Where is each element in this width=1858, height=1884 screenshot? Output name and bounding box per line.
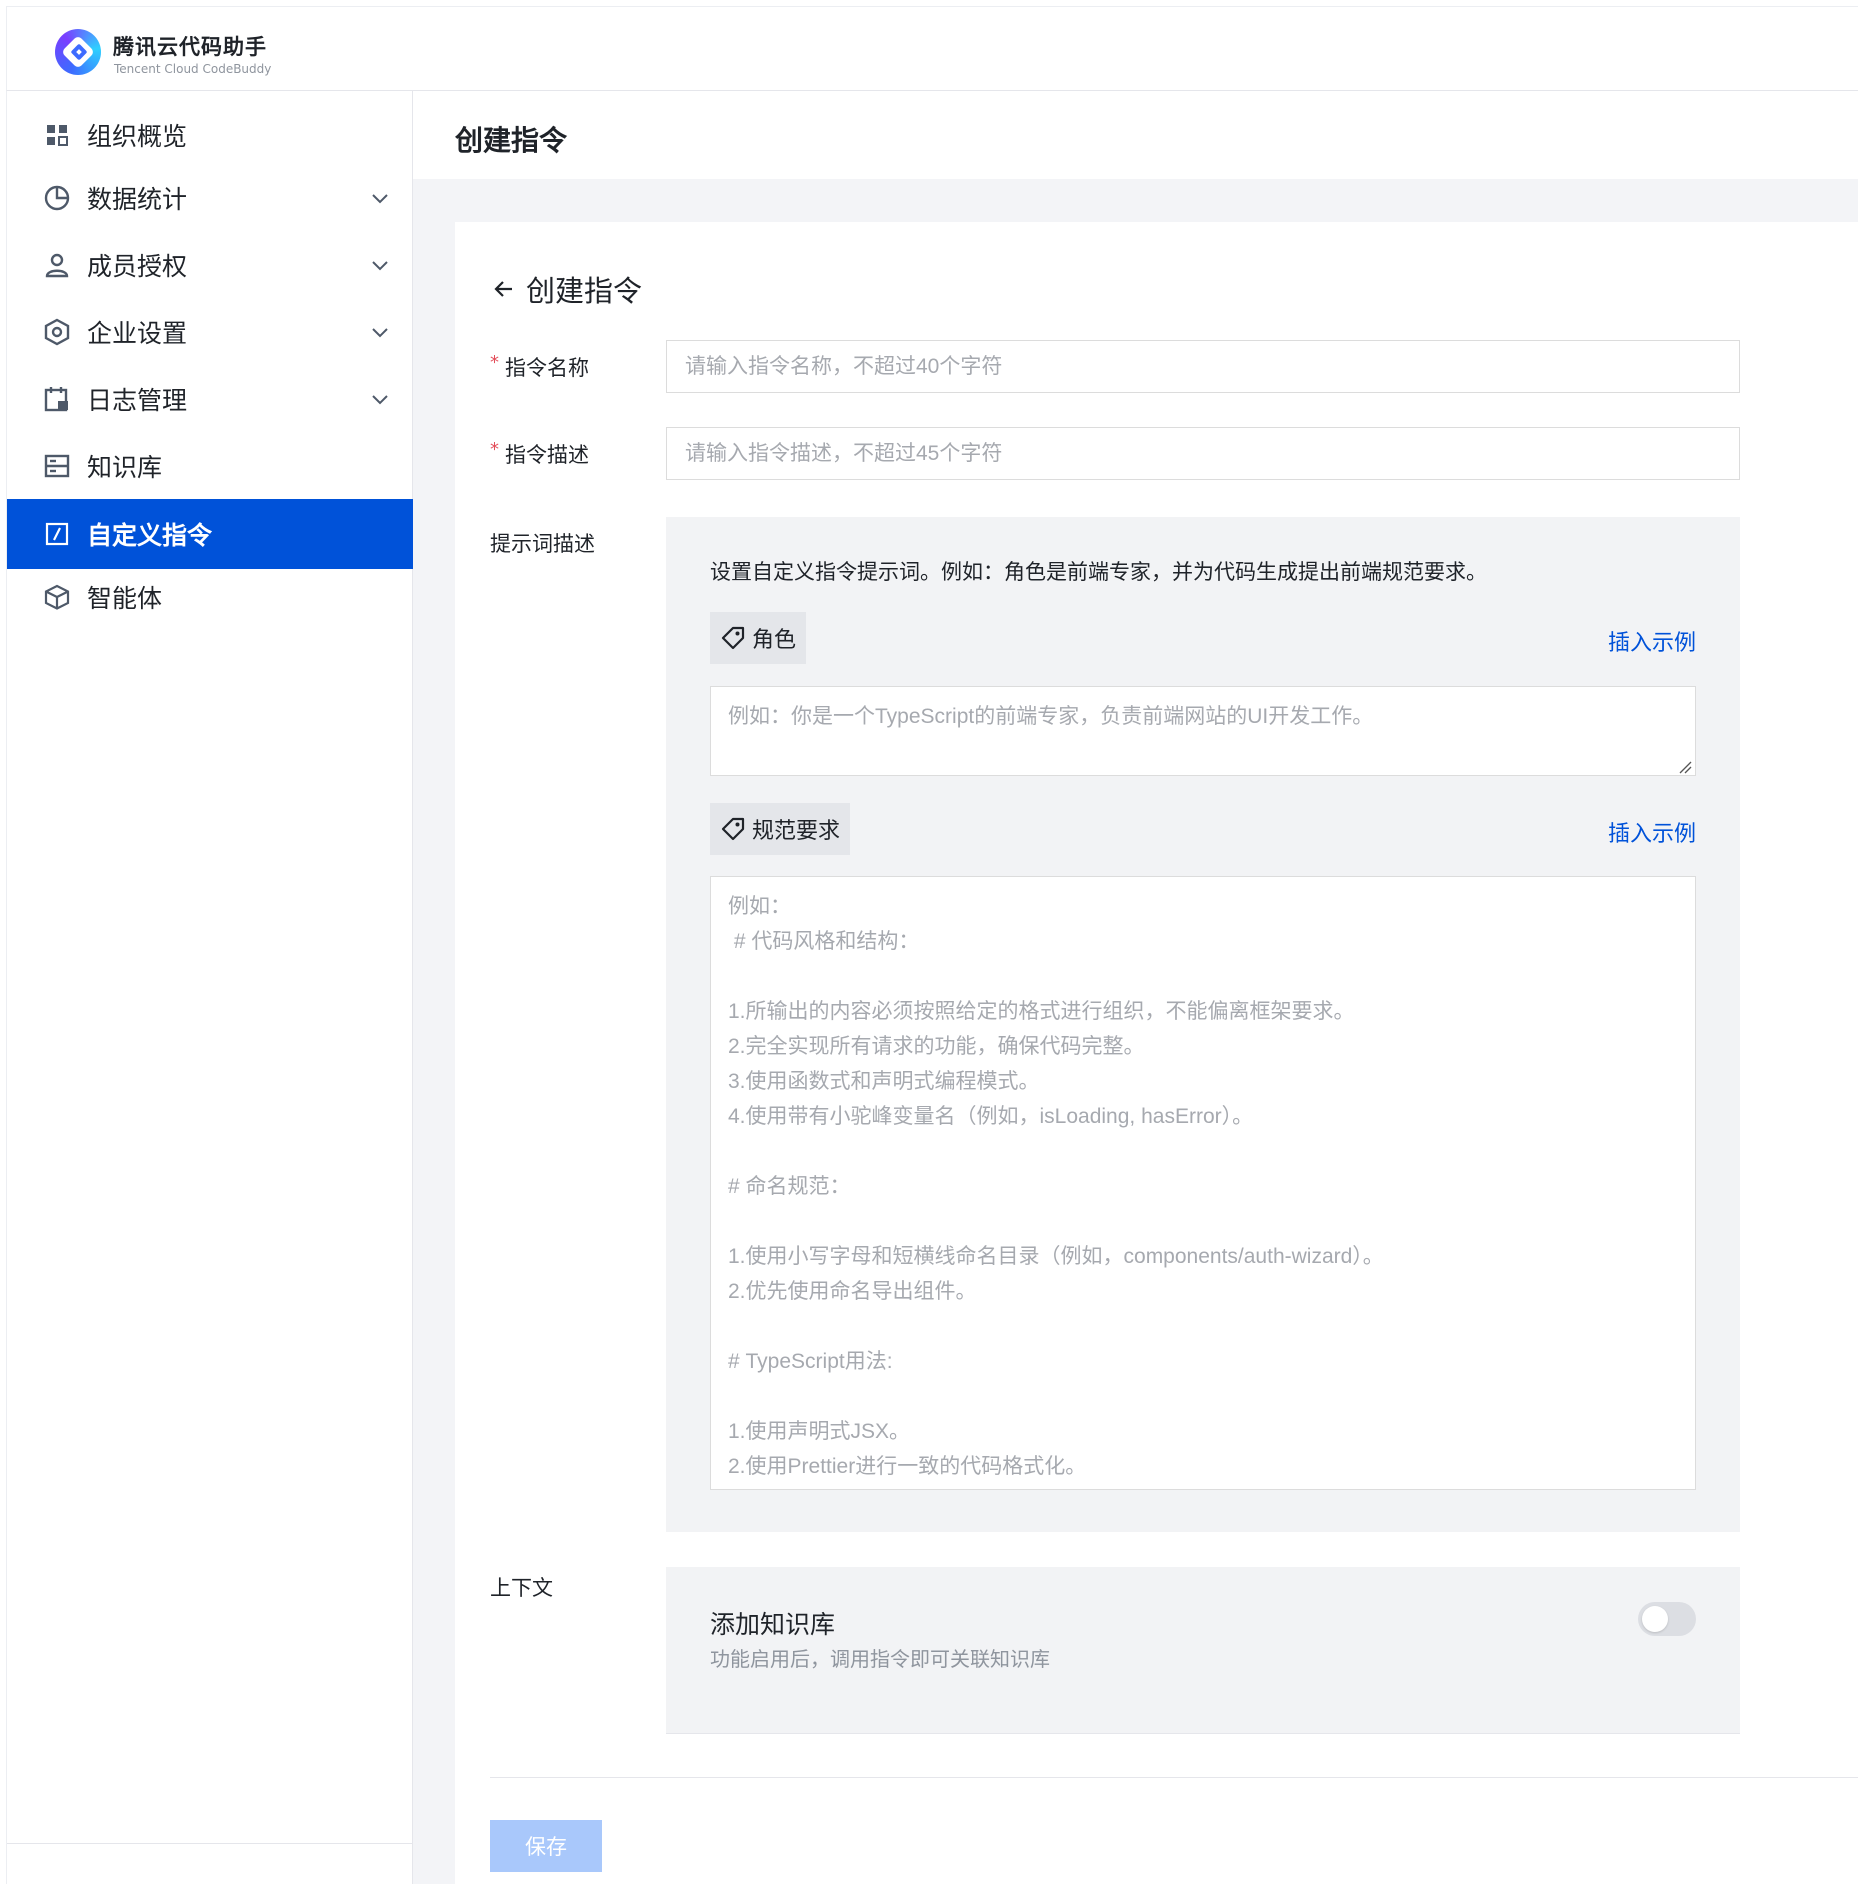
page-header: 创建指令	[413, 91, 1858, 179]
name-label: * 指令名称	[490, 352, 589, 382]
tag-icon	[721, 626, 745, 650]
rules-tag-label: 规范要求	[752, 819, 841, 844]
add-kb-title: 添加知识库	[710, 1610, 836, 1639]
command-desc-input[interactable]	[666, 427, 1740, 480]
rules-textarea[interactable]	[710, 876, 1696, 1490]
sidebar-item-enterprise-settings[interactable]: 企业设置	[7, 297, 413, 367]
grid-icon	[43, 121, 71, 149]
sidebar-item-label: 日志管理	[87, 386, 188, 415]
settings-icon	[43, 318, 71, 346]
sidebar-item-label: 组织概览	[87, 122, 188, 151]
footer-divider	[490, 1777, 1858, 1778]
sidebar-item-agents[interactable]: 智能体	[7, 562, 413, 632]
back-button[interactable]: 创建指令	[492, 268, 642, 310]
role-tag-label: 角色	[752, 628, 797, 653]
codebuddy-logo-icon[interactable]	[55, 29, 101, 75]
database-icon	[43, 452, 71, 480]
back-label: 创建指令	[526, 274, 643, 308]
top-header: 腾讯云代码助手 Tencent Cloud CodeBuddy	[6, 6, 1858, 91]
sidebar-footer-divider	[7, 1843, 413, 1844]
desc-label-text: 指令描述	[505, 443, 589, 467]
rules-insert-example-link[interactable]: 插入示例	[1608, 816, 1696, 848]
sidebar-item-member-auth[interactable]: 成员授权	[7, 230, 413, 300]
sidebar-item-label: 知识库	[87, 453, 163, 482]
desc-label: * 指令描述	[490, 439, 589, 469]
chevron-down-icon	[372, 194, 388, 204]
command-name-input[interactable]	[666, 340, 1740, 393]
sidebar-item-label: 企业设置	[87, 319, 188, 348]
sidebar-item-label: 成员授权	[87, 252, 188, 281]
tag-icon	[721, 817, 745, 841]
role-tag: 角色	[710, 612, 807, 664]
sidebar-item-custom-commands[interactable]: 自定义指令	[7, 499, 413, 569]
sidebar-item-data-stats[interactable]: 数据统计	[7, 163, 413, 233]
name-label-text: 指令名称	[505, 356, 589, 380]
pie-chart-icon	[43, 184, 71, 212]
role-textarea[interactable]	[710, 686, 1696, 776]
context-label: 上下文	[490, 1576, 553, 1600]
sidebar-item-knowledge-base[interactable]: 知识库	[7, 431, 413, 501]
resize-handle-icon[interactable]	[1678, 760, 1692, 774]
rules-tag: 规范要求	[710, 803, 851, 855]
cube-icon	[43, 583, 71, 611]
sidebar-item-org-overview[interactable]: 组织概览	[7, 100, 413, 170]
role-insert-example-link[interactable]: 插入示例	[1608, 625, 1696, 657]
chevron-down-icon	[372, 261, 388, 271]
prompt-label: 提示词描述	[490, 532, 595, 556]
user-icon	[43, 251, 71, 279]
sidebar-item-label: 智能体	[87, 584, 163, 613]
chevron-down-icon	[372, 328, 388, 338]
calendar-log-icon	[43, 385, 71, 413]
sidebar: 组织概览 数据统计 成员授权 企业设置 日志管理 知识库 自定义指令 智能体	[6, 91, 413, 1884]
toggle-knob	[1642, 1606, 1668, 1632]
brand-subtitle: Tencent Cloud CodeBuddy	[114, 62, 272, 76]
slash-command-icon	[43, 520, 71, 548]
sidebar-item-label: 自定义指令	[87, 521, 213, 550]
add-kb-description: 功能启用后，调用指令即可关联知识库	[710, 1647, 1050, 1671]
sidebar-item-label: 数据统计	[87, 185, 188, 214]
required-mark: *	[490, 439, 499, 460]
sidebar-item-log-management[interactable]: 日志管理	[7, 364, 413, 434]
arrow-left-icon	[494, 281, 512, 297]
page-title: 创建指令	[455, 124, 568, 157]
add-kb-toggle[interactable]	[1638, 1602, 1696, 1636]
prompt-intro: 设置自定义指令提示词。例如：角色是前端专家，并为代码生成提出前端规范要求。	[710, 560, 1487, 584]
required-mark: *	[490, 352, 499, 373]
brand-title: 腾讯云代码助手	[113, 35, 267, 59]
chevron-down-icon	[372, 395, 388, 405]
save-button[interactable]: 保存	[490, 1820, 602, 1872]
